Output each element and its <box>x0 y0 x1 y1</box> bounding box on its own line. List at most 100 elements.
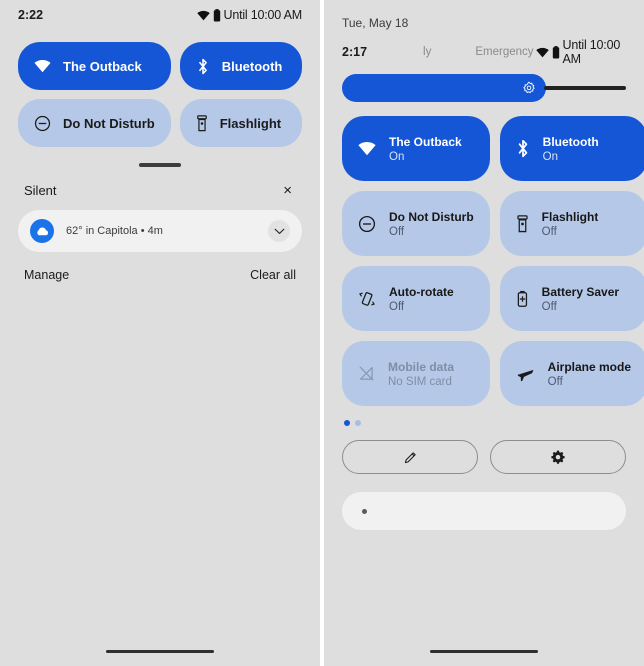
gear-icon <box>550 449 566 465</box>
qs-tile-subtitle: Off <box>541 225 557 238</box>
qs-tile-title: The Outback <box>389 134 462 149</box>
bluetooth-icon <box>516 139 530 158</box>
list-item[interactable]: 62° in Capitola • 4m <box>18 210 302 252</box>
qs-tile-title: Flashlight <box>541 209 599 224</box>
right-panel-quick-settings: Tue, May 18 2:17 ly Emergency Until 10:0… <box>324 0 644 666</box>
home-bar[interactable] <box>430 650 538 653</box>
home-bar[interactable] <box>106 650 214 653</box>
qs-tile-do-not-disturb[interactable]: Do Not Disturb Off <box>342 191 490 256</box>
airplane-icon <box>516 364 535 383</box>
bluetooth-icon <box>196 58 210 75</box>
qs-tile-title: Mobile data <box>388 359 455 374</box>
pencil-icon <box>403 450 418 465</box>
brightness-slider[interactable] <box>324 66 644 102</box>
qs-tile-title: Airplane mode <box>547 359 632 374</box>
page-indicator <box>324 406 644 426</box>
tile-label: Bluetooth <box>221 58 283 74</box>
notification-section-header: Silent × <box>18 181 302 210</box>
tile-label: The Outback <box>63 58 142 74</box>
shade-drag-handle-wrap <box>0 147 320 167</box>
qs-tile-subtitle: Off <box>389 225 405 238</box>
quick-settings-grid: The Outback On Bluetooth On Do Not Distu… <box>324 102 644 406</box>
battery-icon <box>552 45 560 59</box>
edit-tiles-button[interactable] <box>342 440 478 474</box>
qs-tile-subtitle: No SIM card <box>388 375 452 388</box>
qs-tile-subtitle: Off <box>541 300 557 313</box>
status-bar-clock: 2:22 <box>18 8 44 22</box>
qs-tile-wifi[interactable]: The Outback On <box>342 116 490 181</box>
right-status-bar: 2:17 ly Emergency Until 10:00 AM <box>324 38 644 66</box>
qs-tile-airplane-mode[interactable]: Airplane mode Off <box>499 341 644 406</box>
collapsed-notification-dot <box>362 508 367 514</box>
qs-tile-mobile-data[interactable]: Mobile data No SIM card <box>342 341 490 406</box>
qs-tile-texts: Auto-rotate Off <box>389 285 454 313</box>
notification-text: 62° in Capitola • 4m <box>66 225 163 237</box>
brightness-slider-fill <box>342 74 547 102</box>
left-status-bar: 2:22 Until 10:00 AM <box>0 0 320 30</box>
qs-tile-title: Auto-rotate <box>389 284 454 299</box>
qs-tile-texts: Do Not Disturb Off <box>389 210 474 238</box>
wifi-icon <box>535 47 549 58</box>
flashlight-icon <box>196 114 208 132</box>
left-panel-notification-shade: 2:22 Until 10:00 AM The Outback Bluetoot… <box>0 0 320 666</box>
qs-tile-subtitle: Off <box>389 300 405 313</box>
do-not-disturb-icon <box>358 215 376 233</box>
tile-bluetooth[interactable]: Bluetooth <box>179 42 302 90</box>
notification-actions: Manage Clear all <box>18 252 302 282</box>
qs-tile-bluetooth[interactable]: Bluetooth On <box>499 116 644 181</box>
status-bar-clock: 2:17 <box>342 45 368 59</box>
do-not-disturb-icon <box>34 115 51 132</box>
quick-settings-footer <box>324 426 644 474</box>
tile-wifi[interactable]: The Outback <box>18 42 171 90</box>
qs-tile-title: Do Not Disturb <box>389 209 474 224</box>
home-indicator <box>0 650 320 653</box>
flashlight-icon <box>516 214 529 233</box>
qs-tile-flashlight[interactable]: Flashlight Off <box>499 191 644 256</box>
left-quick-settings-grid: The Outback Bluetooth Do Not Disturb Fla… <box>0 30 320 147</box>
qs-tile-subtitle: On <box>389 150 405 163</box>
page-dot-inactive[interactable] <box>355 420 361 426</box>
collapsed-notification-shade[interactable] <box>342 492 626 530</box>
auto-rotate-icon <box>358 290 376 308</box>
qs-tile-texts: Bluetooth On <box>543 135 599 163</box>
status-bar-icons: Until 10:00 AM <box>535 38 626 66</box>
qs-tile-battery-saver[interactable]: Battery Saver Off <box>499 266 644 331</box>
qs-tile-auto-rotate[interactable]: Auto-rotate Off <box>342 266 490 331</box>
qs-tile-texts: Battery Saver Off <box>542 285 619 313</box>
dnd-until-label: Until 10:00 AM <box>562 38 621 66</box>
weather-cloud-icon <box>30 219 54 243</box>
qs-tile-subtitle: On <box>542 150 558 163</box>
home-indicator <box>324 650 644 653</box>
dnd-until-label: Until 10:00 AM <box>223 8 303 22</box>
qs-tile-texts: Flashlight Off <box>542 210 599 238</box>
manage-button[interactable]: Manage <box>24 268 69 282</box>
emergency-label: Emergency <box>475 46 534 58</box>
qs-tile-title: Battery Saver <box>541 284 620 299</box>
brightness-icon <box>522 81 536 95</box>
qs-tile-texts: Airplane mode Off <box>548 360 631 388</box>
carrier-label: ly <box>423 46 432 58</box>
tile-label: Flashlight <box>219 115 282 131</box>
status-bar-icons: Until 10:00 AM <box>196 8 303 22</box>
page-dot-active[interactable] <box>344 420 350 426</box>
brightness-slider-track <box>544 86 626 90</box>
battery-icon <box>213 8 221 22</box>
close-icon[interactable]: × <box>279 181 296 200</box>
dual-screenshot-root: 2:22 Until 10:00 AM The Outback Bluetoot… <box>0 0 644 666</box>
wifi-icon <box>34 59 51 73</box>
battery-saver-icon <box>516 290 529 308</box>
qs-tile-title: Bluetooth <box>542 134 599 149</box>
notification-section: Silent × 62° in Capitola • 4m Manage Cle… <box>0 167 320 282</box>
settings-button[interactable] <box>490 440 626 474</box>
qs-tile-texts: Mobile data No SIM card <box>388 360 454 388</box>
qs-date-label: Tue, May 18 <box>342 16 409 30</box>
notification-section-title: Silent <box>24 183 57 198</box>
tile-do-not-disturb[interactable]: Do Not Disturb <box>18 99 171 147</box>
qs-tile-subtitle: Off <box>547 375 563 388</box>
tile-flashlight[interactable]: Flashlight <box>179 99 302 147</box>
qs-tile-texts: The Outback On <box>389 135 462 163</box>
drag-handle[interactable] <box>139 163 181 167</box>
mobile-data-off-icon <box>358 365 375 382</box>
clear-all-button[interactable]: Clear all <box>250 268 296 282</box>
chevron-down-icon[interactable] <box>268 220 290 242</box>
